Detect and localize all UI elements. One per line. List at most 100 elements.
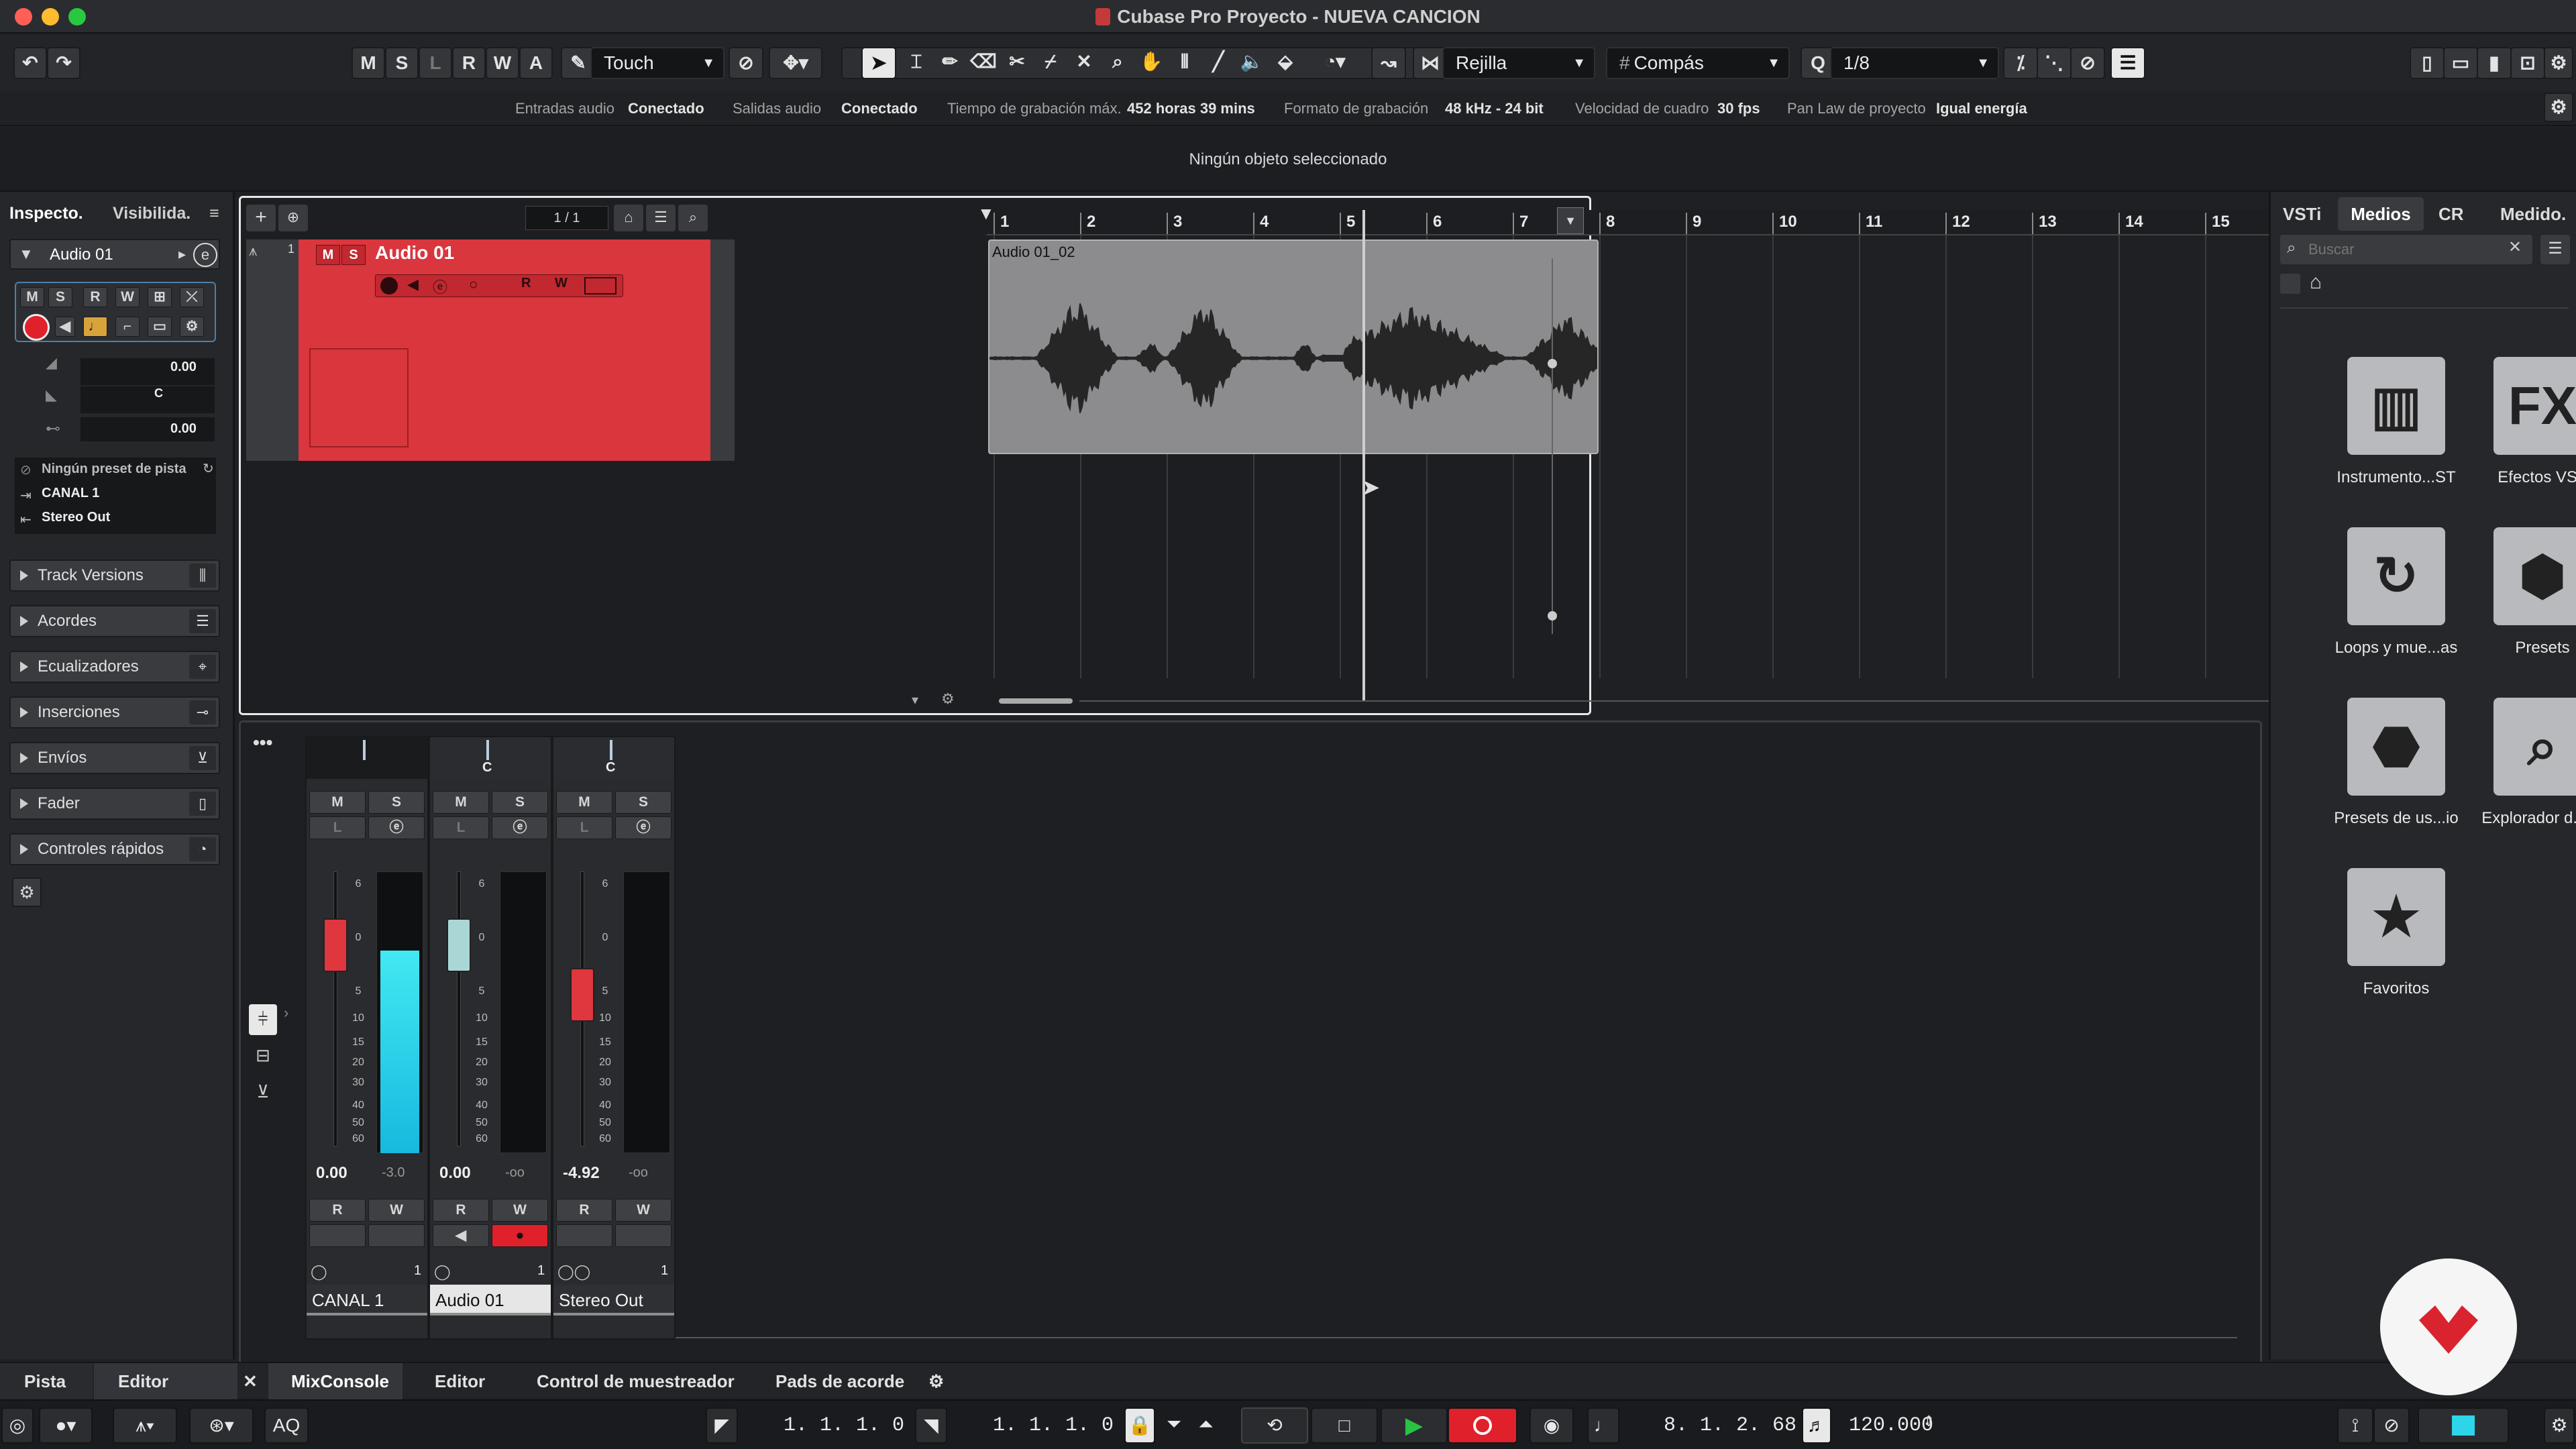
channel-name[interactable]: Stereo Out: [553, 1285, 674, 1316]
channel-read-button[interactable]: R: [433, 1199, 489, 1222]
position-display[interactable]: 8. 1. 2. 68: [1664, 1407, 1796, 1444]
mute-tool-icon[interactable]: ✕: [1067, 47, 1102, 79]
tab-chord-pads[interactable]: Pads de acorde: [775, 1363, 904, 1399]
fader-handle[interactable]: [447, 918, 471, 973]
chevron-right-icon[interactable]: ▸: [178, 246, 186, 263]
volume-readout[interactable]: -4.92: [563, 1164, 600, 1183]
record-mode-icon[interactable]: ●▾: [39, 1407, 93, 1444]
lanes-icon[interactable]: ⤫: [180, 287, 204, 307]
channel-monitor-button[interactable]: [556, 1224, 612, 1247]
menu-icon[interactable]: ≡: [209, 197, 219, 229]
solo-button[interactable]: S: [48, 287, 72, 307]
home-icon[interactable]: ⌂: [2310, 271, 2322, 294]
channel-edit-icon[interactable]: ⓔ: [492, 816, 548, 839]
auto-monitor-icon[interactable]: ◉: [1529, 1407, 1574, 1444]
section-fader[interactable]: Fader ▯: [9, 788, 220, 820]
chords-icon[interactable]: ☰: [189, 609, 216, 633]
mute-mode-button[interactable]: M: [352, 47, 385, 79]
lower-zone-toggle-icon[interactable]: ▭: [2443, 47, 2478, 79]
write-button[interactable]: W: [115, 287, 140, 307]
toolbar-layout-icon[interactable]: ☰: [2110, 47, 2145, 79]
tab-sampler-control[interactable]: Control de muestreador: [537, 1363, 735, 1399]
audio-level-icon[interactable]: ⩚▾: [113, 1407, 177, 1444]
channel-listen-button[interactable]: L: [556, 816, 612, 839]
mute-button[interactable]: M: [20, 287, 44, 307]
line-tool-icon[interactable]: ╱: [1201, 47, 1236, 79]
grid-type-dropdown[interactable]: # Compás ▼: [1606, 47, 1790, 79]
channel-record-button[interactable]: [368, 1224, 425, 1247]
fader-track[interactable]: [333, 871, 337, 1146]
channel-name[interactable]: Audio 01: [430, 1285, 551, 1316]
tempo-track-icon[interactable]: ♬: [1802, 1407, 1831, 1444]
versions-icon[interactable]: ⫼: [189, 564, 216, 588]
fader-icon[interactable]: ▯: [189, 792, 216, 816]
monitor-icon[interactable]: ◀: [55, 317, 75, 337]
right-zone-toggle-icon[interactable]: ▮: [2477, 47, 2512, 79]
media-tile-5[interactable]: ⬣: [2347, 698, 2445, 796]
tab-vsti[interactable]: VSTi: [2283, 197, 2321, 231]
window-layout-icon[interactable]: ⊡: [2510, 47, 2545, 79]
channel-write-button[interactable]: W: [368, 1199, 425, 1222]
object-selection-tool-icon[interactable]: ➤: [861, 47, 896, 79]
track-settings-icon[interactable]: ⚙: [941, 690, 955, 708]
tab-control-room[interactable]: CR: [2438, 197, 2464, 231]
reset-quantize-icon[interactable]: ⊘: [2070, 47, 2105, 79]
peak-readout[interactable]: -oo: [629, 1165, 648, 1181]
left-zone-toggle-icon[interactable]: ▯: [2410, 47, 2445, 79]
channel-edit-icon[interactable]: ⓔ: [615, 816, 672, 839]
record-button[interactable]: [1448, 1407, 1517, 1444]
iterative-quantize-icon[interactable]: ⁒: [2003, 47, 2038, 79]
channel-write-button[interactable]: W: [615, 1199, 672, 1222]
fader-view-icon[interactable]: ⫩: [249, 1004, 277, 1035]
transport-settings-icon[interactable]: ◎: [1, 1407, 34, 1444]
lock-icon[interactable]: 🔒: [1124, 1407, 1155, 1444]
stop-button[interactable]: □: [1311, 1407, 1378, 1444]
lower-zone-settings-icon[interactable]: ⚙: [928, 1363, 944, 1399]
split-tool-icon[interactable]: ✂: [1000, 47, 1034, 79]
channel-write-button[interactable]: W: [492, 1199, 548, 1222]
go-to-right-locator-icon[interactable]: ◥: [915, 1407, 947, 1444]
sends-view-icon[interactable]: ⊻: [249, 1077, 277, 1108]
tab-track[interactable]: Pista: [24, 1363, 66, 1399]
close-lower-zone-icon[interactable]: ✕: [243, 1363, 258, 1399]
peak-readout[interactable]: -3.0: [382, 1165, 405, 1181]
zone-menu-icon[interactable]: ▼: [1557, 207, 1584, 234]
inspector-track-header[interactable]: ▼ Audio 01 ▸ e: [9, 239, 220, 270]
freeze-icon[interactable]: ⊞: [148, 287, 172, 307]
volume-readout[interactable]: 0.00: [316, 1164, 347, 1183]
tab-inspector[interactable]: Inspecto.: [9, 197, 83, 229]
go-to-left-locator-icon[interactable]: ◤: [706, 1407, 738, 1444]
track-height-handle[interactable]: [1548, 611, 1557, 621]
channel-monitor-button[interactable]: ◀: [433, 1224, 489, 1247]
pan-area[interactable]: [307, 737, 427, 779]
channel-listen-button[interactable]: L: [309, 816, 366, 839]
eq-icon[interactable]: ⌖: [189, 655, 216, 679]
listen-mode-button[interactable]: L: [419, 47, 452, 79]
write-mode-button[interactable]: W: [486, 47, 519, 79]
performance-icon[interactable]: ⊛▾: [189, 1407, 254, 1444]
channel-name[interactable]: CANAL 1: [307, 1285, 427, 1316]
media-tile-6[interactable]: ⌕: [2493, 698, 2576, 796]
settings-wheel-icon[interactable]: ⚙: [180, 317, 204, 337]
audio-event[interactable]: Audio 01_02: [988, 239, 1599, 454]
track-preset-field[interactable]: Ningún preset de pista: [42, 462, 186, 477]
horizontal-scrollbar[interactable]: [999, 698, 2387, 705]
fader-handle[interactable]: [323, 918, 347, 973]
media-tile-4[interactable]: ⬢: [2493, 527, 2576, 625]
transport-config-icon[interactable]: ⚙: [2544, 1407, 2575, 1444]
tab-media[interactable]: Medios: [2338, 197, 2424, 231]
media-tile-2[interactable]: FX: [2493, 357, 2576, 455]
section-chords[interactable]: Acordes ☰: [9, 605, 220, 637]
clear-search-icon[interactable]: ✕: [2508, 237, 2522, 257]
channel-monitor-button[interactable]: [309, 1224, 366, 1247]
section-track-versions[interactable]: Track Versions ⫼: [9, 559, 220, 592]
record-enable-button[interactable]: [23, 314, 50, 341]
range-selection-tool-icon[interactable]: ⌶: [899, 47, 934, 79]
output-routing-field[interactable]: Stereo Out: [42, 510, 110, 525]
erase-tool-icon[interactable]: ⌫: [966, 47, 1001, 79]
channel-edit-icon[interactable]: ⓔ: [368, 816, 425, 839]
tempo-display[interactable]: 120.000: [1849, 1407, 1933, 1444]
vertical-zoom-handle[interactable]: [1548, 359, 1557, 368]
undo-button[interactable]: ↶: [13, 47, 47, 79]
tab-editor-left[interactable]: Editor: [118, 1363, 168, 1399]
